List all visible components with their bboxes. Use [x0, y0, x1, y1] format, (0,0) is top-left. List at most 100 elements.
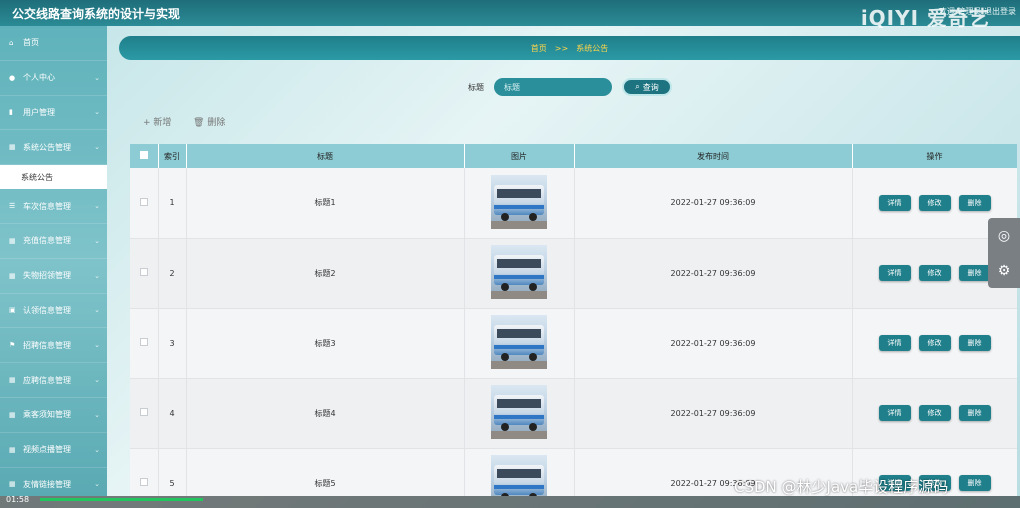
sidebar-item-label: 乘客须知管理 — [23, 410, 71, 420]
chevron-down-icon: ⌄ — [94, 271, 100, 280]
detail-button[interactable]: 详情 — [878, 265, 911, 281]
sidebar-item[interactable]: ▦ 系统公告管理 ⌄ — [0, 130, 107, 166]
edit-button[interactable]: 修改 — [918, 265, 951, 281]
select-all-checkbox[interactable] — [139, 151, 148, 159]
detail-button[interactable]: 详情 — [878, 405, 911, 421]
row-title: 标题5 — [186, 448, 465, 496]
breadcrumb-current: 系统公告 — [576, 43, 609, 53]
row-checkbox[interactable] — [139, 338, 148, 346]
row-image-cell — [464, 378, 575, 449]
row-checkbox[interactable] — [139, 197, 148, 206]
sidebar-item[interactable]: ▦ 视频点播管理 ⌄ — [0, 433, 107, 468]
row-select-cell — [130, 168, 159, 239]
breadcrumb: 首页 >> 系统公告 — [119, 36, 1020, 60]
detail-button[interactable]: 详情 — [878, 335, 911, 351]
row-select-cell — [130, 308, 159, 379]
sidebar-item[interactable]: ⌂ 首页 — [0, 26, 107, 61]
row-time: 2022-01-27 09:36:09 — [574, 308, 853, 379]
row-image-cell — [464, 238, 575, 309]
breadcrumb-home[interactable]: 首页 — [531, 43, 547, 54]
sidebar-item[interactable]: ▦ 失物招领管理 ⌄ — [0, 259, 107, 294]
delete-button[interactable]: 删除 — [958, 194, 991, 211]
sidebar-item-label: 招聘信息管理 — [23, 340, 71, 350]
edit-button[interactable]: 修改 — [918, 335, 951, 351]
row-image-cell — [464, 168, 575, 239]
row-index: 5 — [158, 448, 187, 496]
sidebar-item[interactable]: ▦ 乘客须知管理 ⌄ — [0, 398, 107, 433]
row-checkbox[interactable] — [139, 478, 148, 486]
flag-icon: ⚑ — [9, 341, 16, 350]
chevron-down-icon: ⌄ — [94, 236, 100, 245]
sidebar-item-label: 失物招领管理 — [23, 271, 71, 281]
chevron-down-icon: ⌄ — [94, 376, 100, 385]
detail-button[interactable]: 详情 — [878, 194, 911, 211]
edit-button[interactable]: 修改 — [918, 194, 951, 211]
row-index: 1 — [158, 168, 187, 239]
grid-icon: ▦ — [9, 376, 16, 385]
row-image-cell — [464, 448, 575, 496]
bus-image — [491, 174, 547, 229]
search-button[interactable]: ⌕ 查询 — [622, 78, 672, 96]
grid-icon: ▦ — [9, 410, 16, 419]
delete-button[interactable]: 删除 — [958, 265, 991, 281]
delete-button[interactable]: 删除 — [958, 335, 991, 351]
user-links[interactable]: 欢迎 管理员 退出登录 — [939, 6, 1016, 17]
chevron-down-icon: ⌄ — [94, 143, 100, 152]
column-header: 操作 — [852, 144, 1017, 168]
chevron-down-icon: ⌄ — [94, 410, 100, 419]
lock-icon: ▣ — [9, 306, 16, 315]
sidebar-item-label: 车次信息管理 — [23, 201, 71, 211]
bus-image — [491, 245, 547, 299]
delete-batch-label: 删除 — [207, 118, 226, 128]
table-row: 2 标题2 2022-01-27 09:36:09 详情 修改 删除 — [130, 238, 1017, 309]
table-row: 1 标题1 2022-01-27 09:36:09 详情 修改 删除 — [130, 168, 1017, 239]
sidebar-item-label: 应聘信息管理 — [23, 375, 71, 385]
column-header: 发布时间 — [574, 144, 853, 168]
sidebar-item[interactable]: ☰ 车次信息管理 ⌄ — [0, 189, 107, 224]
list-icon: ☰ — [9, 202, 16, 211]
edit-button[interactable]: 修改 — [918, 405, 951, 421]
row-index: 3 — [158, 308, 187, 379]
search-input[interactable] — [494, 78, 612, 96]
sidebar-item[interactable]: ▦ 充值信息管理 ⌄ — [0, 224, 107, 259]
csdn-watermark: CSDN @林少Java毕设程序源码 — [734, 478, 949, 496]
user-icon: ● — [9, 73, 16, 82]
row-checkbox[interactable] — [139, 268, 148, 276]
top-bar: 公交线路查询系统的设计与实现 iQIYI 爱奇艺 欢迎 管理员 退出登录 — [0, 0, 1020, 30]
bus-image — [491, 385, 547, 439]
home-icon: ⌂ — [9, 38, 14, 47]
row-select-cell — [130, 238, 159, 309]
row-index: 2 — [158, 238, 187, 309]
video-progress-bar[interactable] — [40, 498, 203, 501]
sidebar-item[interactable]: ▮ 用户管理 ⌄ — [0, 96, 107, 131]
sidebar-subitem-active[interactable]: 系统公告 — [0, 165, 107, 190]
delete-button[interactable]: 删除 — [958, 475, 991, 491]
row-select-cell — [130, 448, 159, 496]
delete-batch-button[interactable]: 🗑 删除 — [193, 115, 225, 128]
sidebar-item[interactable]: ● 个人中心 ⌄ — [0, 61, 107, 96]
sidebar-item[interactable]: ▣ 认领信息管理 ⌄ — [0, 294, 107, 329]
sidebar-item-label: 视频点播管理 — [23, 445, 71, 455]
announcement-table: 索引 标题 图片 发布时间 操作 1 标题1 2022-01-27 09:36:09… — [130, 144, 1017, 496]
row-title: 标题4 — [186, 378, 465, 449]
sidebar-item[interactable]: ⚑ 招聘信息管理 ⌄ — [0, 328, 107, 364]
column-header: 标题 — [186, 144, 465, 168]
row-checkbox[interactable] — [139, 408, 148, 416]
grid-icon: ▦ — [9, 480, 16, 489]
delete-button[interactable]: 删除 — [958, 405, 991, 421]
camera-icon[interactable]: ◎ — [998, 228, 1010, 244]
row-image-cell — [464, 308, 575, 379]
select-all-header[interactable] — [130, 144, 159, 168]
bar-chart-icon: ▮ — [9, 108, 13, 117]
chevron-down-icon: ⌄ — [94, 445, 100, 454]
sidebar-item-label: 系统公告管理 — [23, 142, 71, 152]
chevron-down-icon: ⌄ — [94, 108, 100, 117]
sidebar-item[interactable]: ▦ 应聘信息管理 ⌄ — [0, 363, 107, 398]
row-index: 4 — [158, 378, 187, 449]
sidebar-item-label: 充值信息管理 — [23, 236, 71, 246]
add-button[interactable]: + 新增 — [143, 115, 171, 128]
sidebar-item-label: 认领信息管理 — [23, 305, 71, 315]
sidebar-item-label: 友情链接管理 — [23, 479, 71, 489]
settings-icon[interactable]: ⚙ — [998, 263, 1011, 279]
trash-icon: 🗑 — [193, 118, 205, 128]
